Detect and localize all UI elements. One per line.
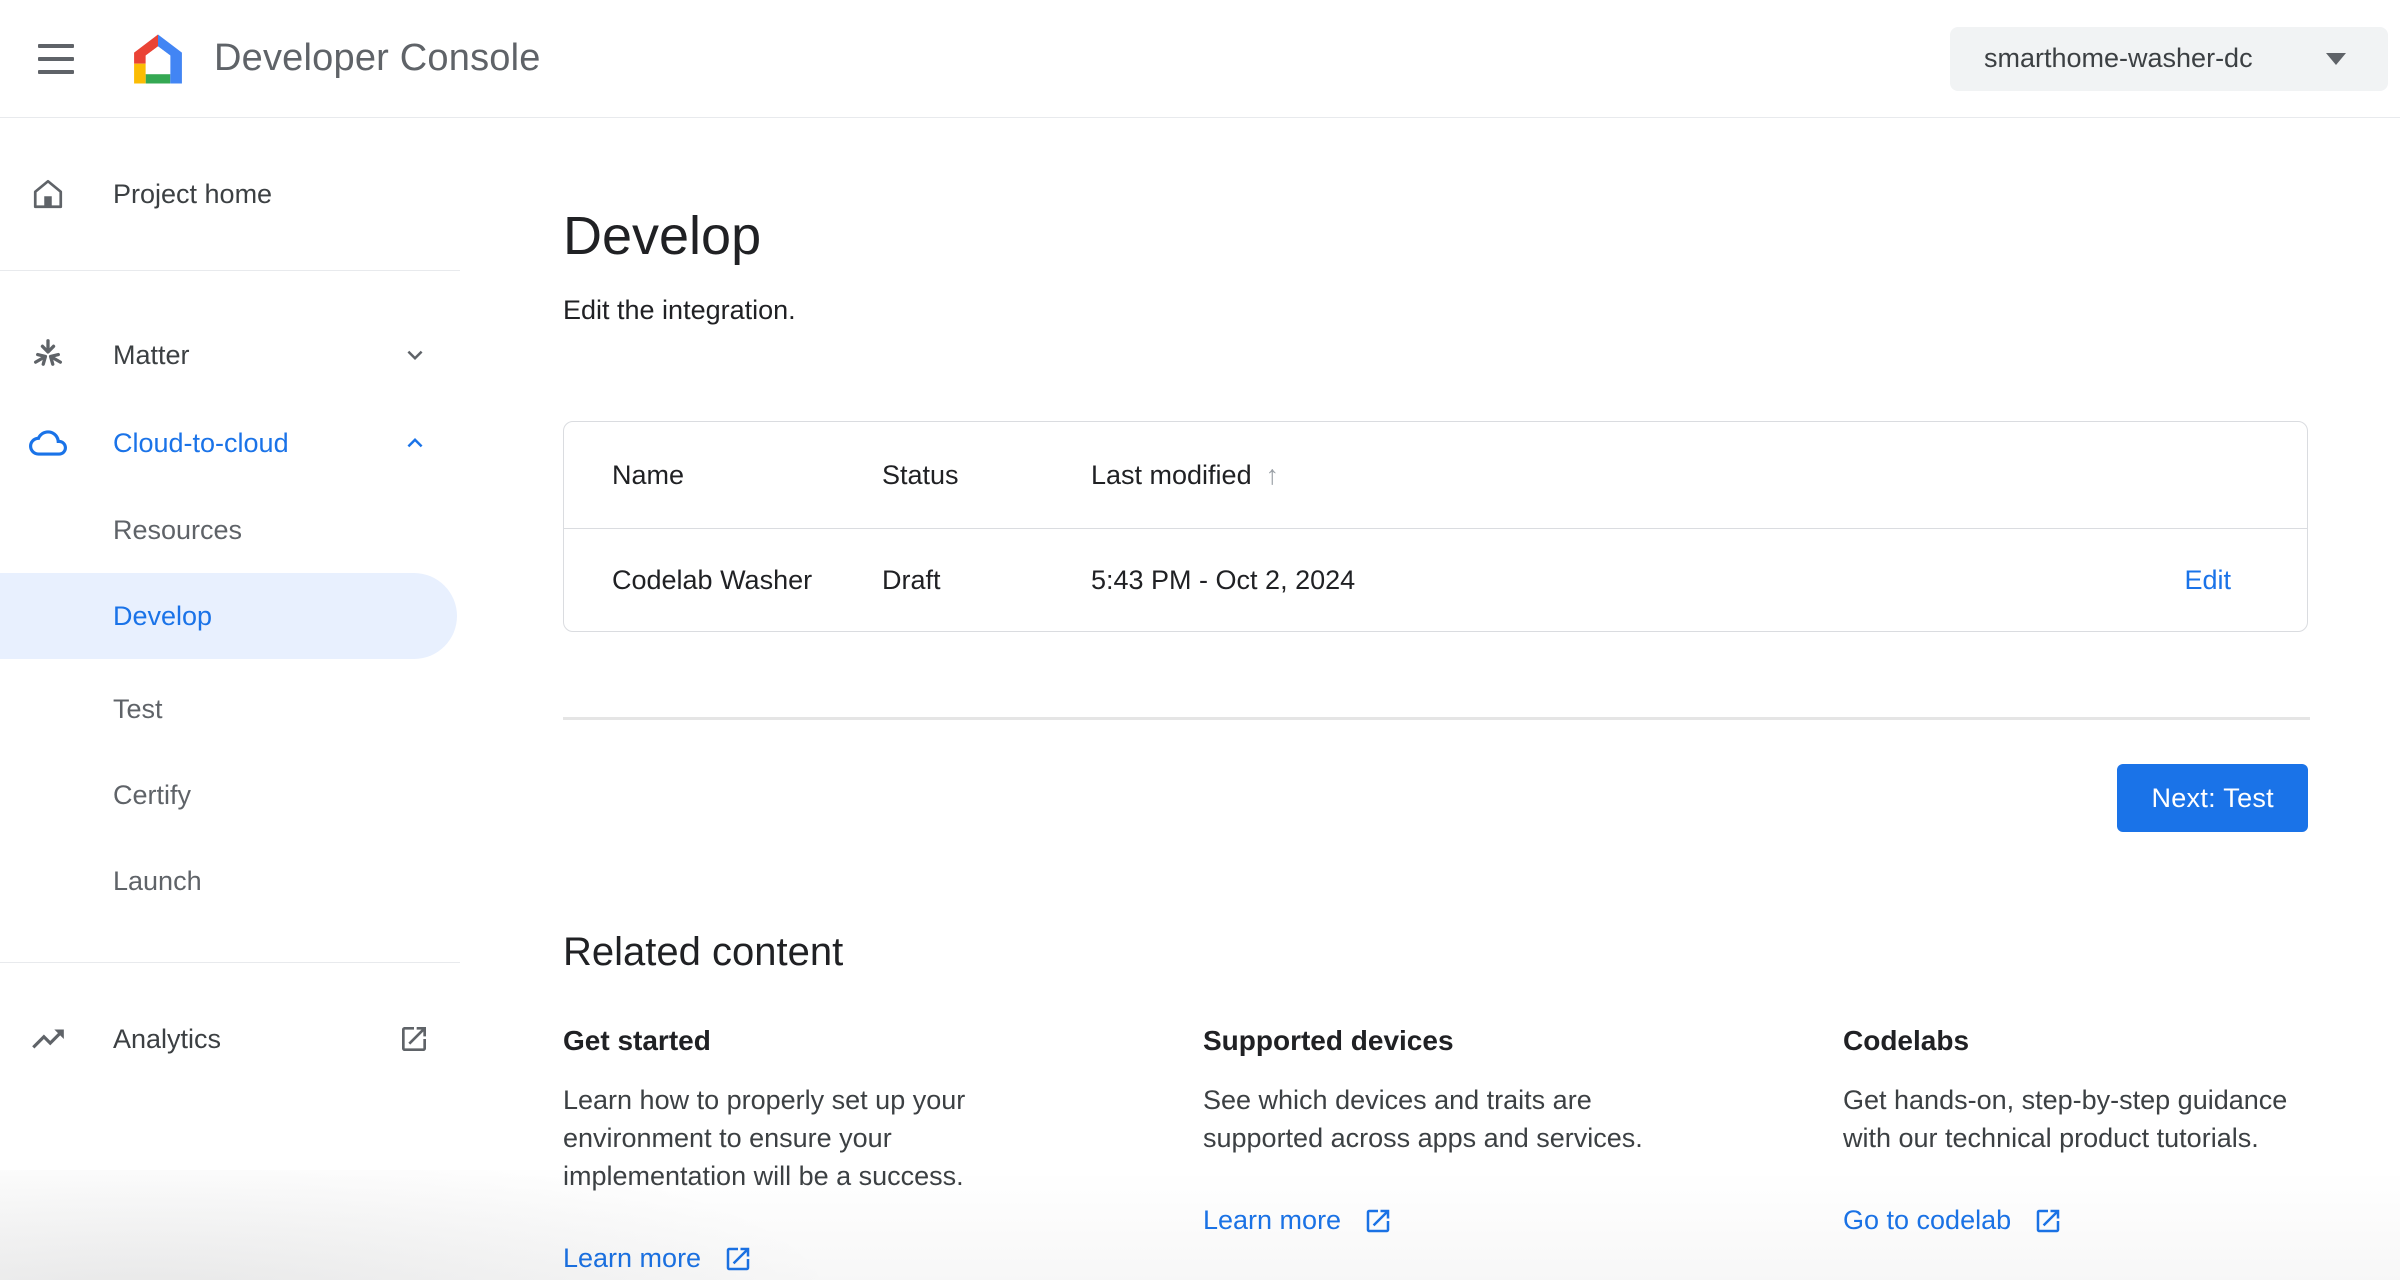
page-title: Develop	[563, 206, 762, 266]
trending-up-icon	[28, 1020, 68, 1058]
home-icon	[28, 176, 68, 212]
card-title: Supported devices	[1203, 1025, 1454, 1056]
learn-more-link[interactable]: Learn more	[563, 1243, 753, 1274]
related-content-heading: Related content	[563, 930, 844, 974]
card-title: Codelabs	[1843, 1025, 1970, 1056]
card-body: Learn how to properly set up your enviro…	[563, 1085, 966, 1191]
card-supported-devices: Supported devices See which devices and …	[1203, 1025, 1718, 1274]
sidebar-item-label: Analytics	[113, 1023, 222, 1054]
card-title: Get started	[563, 1025, 711, 1056]
column-header-name[interactable]: Name	[612, 460, 882, 491]
google-home-logo-icon	[130, 30, 186, 88]
next-test-button[interactable]: Next: Test	[2117, 764, 2308, 832]
column-header-status[interactable]: Status	[882, 460, 1091, 491]
sidebar-item-certify[interactable]: Certify	[0, 752, 460, 838]
sidebar-item-label: Matter	[113, 339, 190, 370]
card-get-started: Get started Learn how to properly set up…	[563, 1025, 1078, 1274]
learn-more-link[interactable]: Learn more	[1203, 1205, 1393, 1236]
cell-last-modified: 5:43 PM - Oct 2, 2024	[1091, 564, 1356, 595]
table-header-row: Name Status Last modified ↑	[564, 422, 2307, 528]
top-app-bar: Developer Console smarthome-washer-dc	[0, 0, 2400, 118]
sidebar-item-analytics[interactable]: Analytics	[0, 999, 460, 1079]
sidebar-item-test[interactable]: Test	[0, 666, 460, 752]
sidebar-item-label: Project home	[113, 178, 273, 209]
main-content: Develop Edit the integration. Name Statu…	[460, 118, 2400, 1280]
chevron-up-icon	[400, 428, 430, 458]
sidebar-item-launch[interactable]: Launch	[0, 838, 460, 924]
card-codelabs: Codelabs Get hands-on, step-by-step guid…	[1843, 1025, 2358, 1274]
sidebar-item-resources[interactable]: Resources	[0, 487, 460, 573]
sidebar-item-matter[interactable]: Matter	[0, 311, 460, 399]
section-divider	[563, 717, 2310, 720]
column-header-last-modified[interactable]: Last modified ↑	[1091, 460, 2231, 491]
edit-link[interactable]: Edit	[2184, 565, 2231, 596]
sidebar-item-project-home[interactable]: Project home	[0, 150, 460, 238]
cell-status: Draft	[882, 564, 941, 595]
dropdown-caret-icon	[2324, 52, 2348, 66]
chevron-down-icon	[400, 340, 430, 370]
card-body: Get hands-on, step-by-step guidance with…	[1843, 1085, 2288, 1153]
go-to-codelab-link[interactable]: Go to codelab	[1843, 1205, 2063, 1236]
open-in-new-icon	[726, 1247, 750, 1270]
matter-icon	[28, 337, 68, 373]
table-row: Codelab Washer Draft 5:43 PM - Oct 2, 20…	[564, 528, 2307, 631]
open-in-new-icon	[398, 1023, 430, 1055]
sidebar-item-cloud-to-cloud[interactable]: Cloud-to-cloud	[0, 399, 460, 487]
app-title: Developer Console	[214, 37, 541, 79]
sort-ascending-icon: ↑	[1265, 459, 1280, 490]
sidebar-divider	[0, 270, 460, 271]
related-content-cards: Get started Learn how to properly set up…	[563, 1025, 2358, 1274]
sidebar-divider	[0, 962, 460, 963]
menu-icon[interactable]	[38, 43, 74, 74]
integrations-table: Name Status Last modified ↑ Codelab Washe…	[563, 421, 2308, 632]
page-subtitle: Edit the integration.	[563, 295, 796, 325]
sidebar-item-label: Cloud-to-cloud	[113, 427, 289, 458]
cell-name: Codelab Washer	[612, 564, 813, 595]
open-in-new-icon	[2036, 1209, 2060, 1232]
sidebar-item-develop[interactable]: Develop	[0, 573, 457, 659]
cloud-icon	[28, 424, 68, 462]
project-selector-value: smarthome-washer-dc	[1984, 43, 2253, 73]
card-body: See which devices and traits are support…	[1203, 1085, 1643, 1153]
open-in-new-icon	[1366, 1209, 1390, 1232]
sidebar-nav: Project home Matter Cloud-to-cloud Resou…	[0, 118, 460, 1280]
project-selector-dropdown[interactable]: smarthome-washer-dc	[1950, 26, 2388, 91]
